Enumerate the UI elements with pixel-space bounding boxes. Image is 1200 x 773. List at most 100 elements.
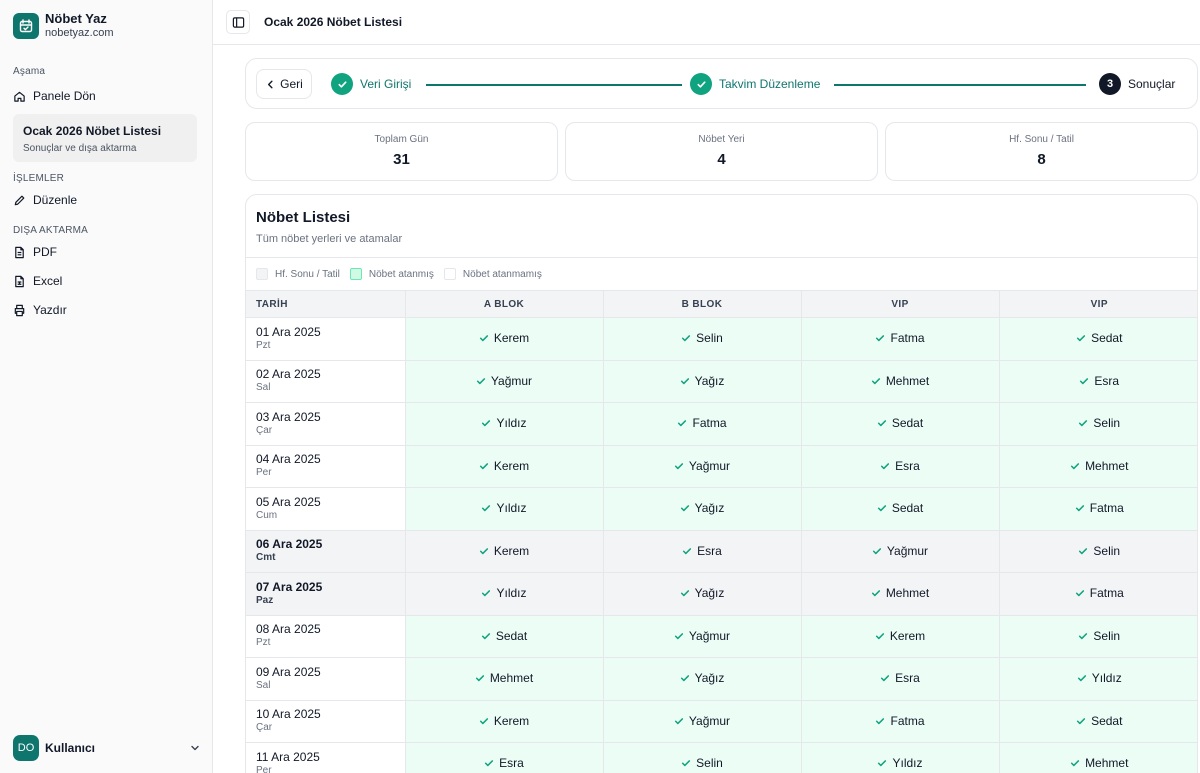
assignment-cell[interactable]: Sedat (404, 615, 603, 658)
assignment-cell[interactable]: Yağmur (602, 445, 801, 488)
export-excel-label: Excel (33, 274, 63, 288)
check-icon (1075, 505, 1084, 512)
assignment-cell[interactable]: Mehmet (998, 742, 1197, 773)
print-link[interactable]: Yazdır (13, 303, 67, 317)
column-header-date[interactable]: TARİH (246, 290, 405, 318)
assignment-cell[interactable]: Fatma (800, 317, 999, 361)
legend-assigned: Nöbet atanmış (349, 268, 434, 280)
assignment: Selin (1078, 544, 1120, 558)
edit-link[interactable]: Düzenle (13, 193, 77, 207)
assignment-cell[interactable]: Yağmur (602, 615, 801, 658)
calendar-check-icon (13, 13, 39, 39)
assignment-cell[interactable]: Yıldız (800, 742, 999, 773)
day-name: Sal (256, 679, 271, 691)
check-icon (881, 675, 890, 682)
assignment-cell[interactable]: Kerem (404, 317, 603, 361)
assignment-cell[interactable]: Yıldız (404, 487, 603, 531)
assignment-cell[interactable]: Fatma (602, 402, 801, 446)
assignment: Sedat (877, 416, 923, 430)
assignment-cell[interactable]: Kerem (404, 700, 603, 743)
assignment-cell[interactable]: Selin (998, 530, 1197, 573)
assignment-cell[interactable]: Kerem (404, 530, 603, 573)
assignment-cell[interactable]: Mehmet (800, 572, 999, 616)
assignment-cell[interactable]: Sedat (998, 700, 1197, 743)
back-button-label: Geri (280, 77, 303, 91)
assignee-name: Esra (895, 458, 920, 473)
step-results[interactable]: 3 Sonuçlar (1099, 73, 1175, 95)
step-label: Sonuçlar (1128, 77, 1176, 91)
check-icon (881, 462, 890, 469)
assignment-cell[interactable]: Sedat (998, 317, 1197, 361)
assignment-cell[interactable]: Fatma (998, 487, 1197, 531)
step-data-entry[interactable]: Veri Girişi (331, 73, 411, 95)
assignment-cell[interactable]: Esra (800, 445, 999, 488)
table-row: 11 Ara 2025 Per Esra Selin Yıldız Mehmet (246, 742, 1197, 773)
assignment-cell[interactable]: Esra (800, 657, 999, 701)
assignment-cell[interactable]: Yağmur (800, 530, 999, 573)
assignment-cell[interactable]: Mehmet (998, 445, 1197, 488)
assignee-name: Yıldız (892, 756, 923, 771)
assignment-cell[interactable]: Yıldız (404, 402, 603, 446)
assignment-cell[interactable]: Yağız (602, 487, 801, 531)
assignment: Yıldız (481, 501, 527, 515)
table-row: 05 Ara 2025 Cum Yıldız Yağız Sedat Fatma (246, 487, 1197, 531)
column-header[interactable]: VIP (998, 290, 1197, 318)
assignment-cell[interactable]: Sedat (800, 487, 999, 531)
assignment-cell[interactable]: Mehmet (404, 657, 603, 701)
assignment: Yıldız (481, 416, 527, 430)
assignment: Yağız (680, 671, 724, 685)
assignment: Yağız (680, 586, 724, 600)
table-row: 10 Ara 2025 Çar Kerem Yağmur Fatma Sedat (246, 700, 1197, 743)
assignment-cell[interactable]: Mehmet (800, 360, 999, 403)
assignee-name: Sedat (495, 628, 528, 643)
assignment-cell[interactable]: Selin (998, 615, 1197, 658)
assignment-cell[interactable]: Fatma (998, 572, 1197, 616)
assignment-cell[interactable]: Yıldız (404, 572, 603, 616)
table-header-row: TARİH A BLOK B BLOK VIP VIP (246, 290, 1197, 318)
date-cell: 02 Ara 2025 Sal (246, 360, 405, 403)
assignment-cell[interactable]: Yağız (602, 360, 801, 403)
assignment-cell[interactable]: Esra (404, 742, 603, 773)
date-cell: 06 Ara 2025 Cmt (246, 530, 405, 573)
assignment-cell[interactable]: Sedat (800, 402, 999, 446)
date-value: 04 Ara 2025 (256, 452, 321, 467)
legend-label: Nöbet atanmamış (462, 268, 542, 280)
brand[interactable]: Nöbet Yaz nobetyaz.com (13, 12, 113, 40)
assignment-cell[interactable]: Esra (602, 530, 801, 573)
assignment-cell[interactable]: Kerem (404, 445, 603, 488)
assignment: Yağmur (674, 714, 730, 728)
check-icon (1077, 675, 1086, 682)
current-list-card[interactable]: Ocak 2026 Nöbet Listesi Sonuçlar ve dışa… (13, 114, 197, 162)
edit-label: Düzenle (33, 193, 78, 207)
stat-duty-places: Nöbet Yeri 4 (565, 122, 878, 181)
sidebar-toggle-button[interactable] (226, 10, 250, 34)
assignee-name: Selin (696, 756, 723, 771)
assignment-cell[interactable]: Kerem (800, 615, 999, 658)
column-header[interactable]: VIP (800, 290, 999, 318)
back-to-panel-link[interactable]: Panele Dön (13, 89, 96, 103)
date-cell: 04 Ara 2025 Per (246, 445, 405, 488)
assignment-cell[interactable]: Yağız (602, 657, 801, 701)
assignment-cell[interactable]: Selin (602, 742, 801, 773)
assignment-cell[interactable]: Esra (998, 360, 1197, 403)
column-header[interactable]: A BLOK (404, 290, 603, 318)
brand-name: Nöbet Yaz (45, 11, 107, 26)
assignment: Esra (484, 756, 524, 770)
export-pdf-link[interactable]: PDF (13, 245, 57, 259)
user-menu[interactable]: DO Kullanıcı (13, 735, 201, 761)
assignment-cell[interactable]: Selin (998, 402, 1197, 446)
export-excel-link[interactable]: Excel (13, 274, 62, 288)
assignment-cell[interactable]: Yıldız (998, 657, 1197, 701)
column-header[interactable]: B BLOK (602, 290, 801, 318)
assignment-cell[interactable]: Yağmur (404, 360, 603, 403)
check-circle-icon (690, 73, 712, 95)
check-icon (678, 420, 687, 427)
chevron-left-icon (268, 80, 273, 88)
step-calendar-edit[interactable]: Takvim Düzenleme (690, 73, 820, 95)
assignment-cell[interactable]: Selin (602, 317, 801, 361)
assignment: Sedat (481, 629, 527, 643)
back-button[interactable]: Geri (256, 69, 312, 99)
assignment-cell[interactable]: Yağız (602, 572, 801, 616)
assignment-cell[interactable]: Fatma (800, 700, 999, 743)
assignment-cell[interactable]: Yağmur (602, 700, 801, 743)
